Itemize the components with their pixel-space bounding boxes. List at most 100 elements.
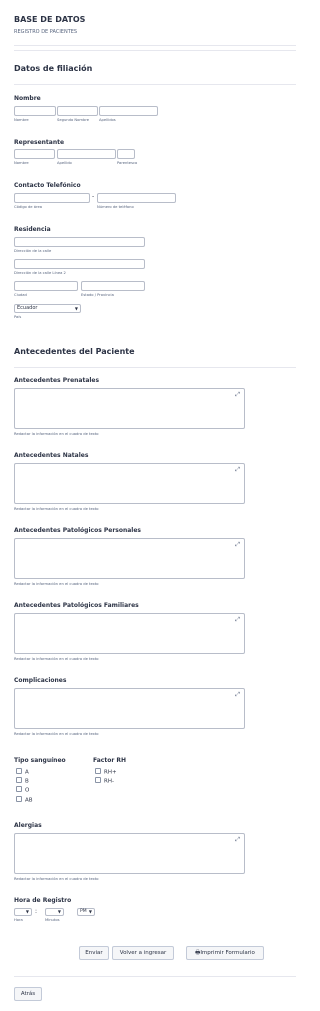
ampm-select[interactable]: PM ▼: [77, 908, 95, 916]
divider: [14, 50, 296, 51]
complicaciones-helper: Redactar la información en el cuadro de …: [14, 732, 99, 736]
personales-helper: Redactar la información en el cuadro de …: [14, 582, 99, 586]
alergias-helper: Redactar la información en el cuadro de …: [14, 877, 99, 881]
hour-select[interactable]: ▼: [14, 908, 32, 916]
rh-option-negative[interactable]: RH-: [95, 777, 114, 785]
option-label: RH-: [104, 778, 114, 785]
natales-textarea[interactable]: ⤢: [14, 463, 245, 504]
checkbox[interactable]: [16, 768, 22, 774]
rh-option-positive[interactable]: RH+: [95, 768, 117, 776]
blood-type-label: Tipo sanguíneo: [14, 757, 66, 764]
familiares-label: Antecedentes Patológicos Familiares: [14, 602, 139, 609]
expand-icon[interactable]: ⤢: [235, 692, 240, 698]
street-input[interactable]: [14, 237, 145, 247]
checkbox[interactable]: [16, 777, 22, 783]
rep-lastname-input[interactable]: [57, 149, 116, 159]
country-select[interactable]: Ecuador ▼: [14, 304, 81, 313]
representante-label: Representante: [14, 139, 65, 146]
rep-relationship-sublabel: Parentesco: [117, 161, 138, 165]
rh-factor-label: Factor RH: [93, 757, 127, 764]
alergias-textarea[interactable]: ⤢: [14, 833, 245, 874]
blood-type-option-a[interactable]: A: [16, 768, 29, 776]
chevron-down-icon: ▼: [88, 909, 92, 914]
street2-sublabel: Dirección de la calle Línea 2: [14, 271, 66, 275]
natales-label: Antecedentes Natales: [14, 452, 89, 459]
prenatales-helper: Redactar la información en el cuadro de …: [14, 432, 99, 436]
expand-icon[interactable]: ⤢: [235, 837, 240, 843]
country-sublabel: País: [14, 315, 22, 319]
print-button-label: Imprimir Formulario: [200, 950, 255, 956]
rep-name-sublabel: Nombre: [14, 161, 29, 165]
option-label: RH+: [104, 769, 117, 776]
chevron-down-icon: ▼: [74, 306, 78, 311]
country-value: Ecuador: [17, 305, 38, 311]
city-sublabel: Ciudad: [14, 293, 27, 297]
blood-type-option-b[interactable]: B: [16, 777, 29, 785]
street-sublabel: Dirección de la calle: [14, 249, 52, 253]
checkbox[interactable]: [95, 768, 101, 774]
option-label: A: [25, 769, 29, 776]
complicaciones-label: Complicaciones: [14, 677, 67, 684]
state-sublabel: Estado / Provincia: [81, 293, 114, 297]
alergias-label: Alergias: [14, 822, 42, 829]
first-name-input[interactable]: [14, 106, 56, 116]
familiares-helper: Redactar la información en el cuadro de …: [14, 657, 99, 661]
expand-icon[interactable]: ⤢: [235, 467, 240, 473]
personales-textarea[interactable]: ⤢: [14, 538, 245, 579]
chevron-down-icon: ▼: [57, 909, 61, 914]
rep-name-input[interactable]: [14, 149, 55, 159]
blood-type-option-ab[interactable]: AB: [16, 796, 33, 804]
rep-lastname-sublabel: Apellido: [57, 161, 72, 165]
form-title: BASE DE DATOS: [14, 15, 86, 24]
phone-number-sublabel: Número de teléfono: [97, 205, 134, 209]
natales-helper: Redactar la información en el cuadro de …: [14, 507, 99, 511]
expand-icon[interactable]: ⤢: [235, 392, 240, 398]
form-subtitle: REGISTRO DE PACIENTES: [14, 29, 78, 35]
back-button[interactable]: Atrás: [14, 987, 42, 1001]
last-name-sublabel: Apellidos: [99, 118, 116, 122]
expand-icon[interactable]: ⤢: [235, 542, 240, 548]
expand-icon[interactable]: ⤢: [235, 617, 240, 623]
blood-type-option-o[interactable]: O: [16, 786, 29, 794]
phone-separator: -: [92, 193, 95, 200]
residencia-label: Residencia: [14, 226, 51, 233]
complicaciones-textarea[interactable]: ⤢: [14, 688, 245, 729]
section-heading-antecedentes: Antecedentes del Paciente: [14, 347, 135, 356]
print-button[interactable]: 🖶Imprimir Formulario: [186, 946, 264, 960]
option-label: B: [25, 778, 29, 785]
hour-sublabel: Hora: [14, 918, 23, 922]
prenatales-textarea[interactable]: ⤢: [14, 388, 245, 429]
state-input[interactable]: [81, 281, 145, 291]
personales-label: Antecedentes Patológicos Personales: [14, 527, 141, 534]
option-label: O: [25, 787, 30, 794]
divider: [14, 976, 296, 977]
time-label: Hora de Registro: [14, 897, 72, 904]
minute-select[interactable]: ▼: [45, 908, 64, 916]
last-name-input[interactable]: [99, 106, 158, 116]
phone-number-input[interactable]: [97, 193, 176, 203]
first-name-sublabel: Nombre: [14, 118, 29, 122]
city-input[interactable]: [14, 281, 78, 291]
street2-input[interactable]: [14, 259, 145, 269]
area-code-input[interactable]: [14, 193, 90, 203]
prenatales-label: Antecedentes Prenatales: [14, 377, 100, 384]
nombre-label: Nombre: [14, 95, 41, 102]
checkbox[interactable]: [95, 777, 101, 783]
option-label: AB: [25, 797, 33, 804]
familiares-textarea[interactable]: ⤢: [14, 613, 245, 654]
contacto-label: Contacto Telefónico: [14, 182, 81, 189]
reset-button[interactable]: Volver a ingresar: [112, 946, 174, 960]
middle-name-input[interactable]: [57, 106, 98, 116]
area-code-sublabel: Código de área: [14, 205, 42, 209]
divider: [14, 45, 296, 46]
submit-button[interactable]: Enviar: [79, 946, 109, 960]
checkbox[interactable]: [16, 796, 22, 802]
section-heading-filiacion: Datos de filiación: [14, 64, 93, 73]
divider: [14, 367, 296, 368]
time-separator: :: [35, 908, 38, 915]
checkbox[interactable]: [16, 786, 22, 792]
rep-relationship-input[interactable]: [117, 149, 135, 159]
divider: [14, 84, 296, 85]
middle-name-sublabel: Segundo Nombre: [57, 118, 90, 122]
minute-sublabel: Minutos: [45, 918, 60, 922]
